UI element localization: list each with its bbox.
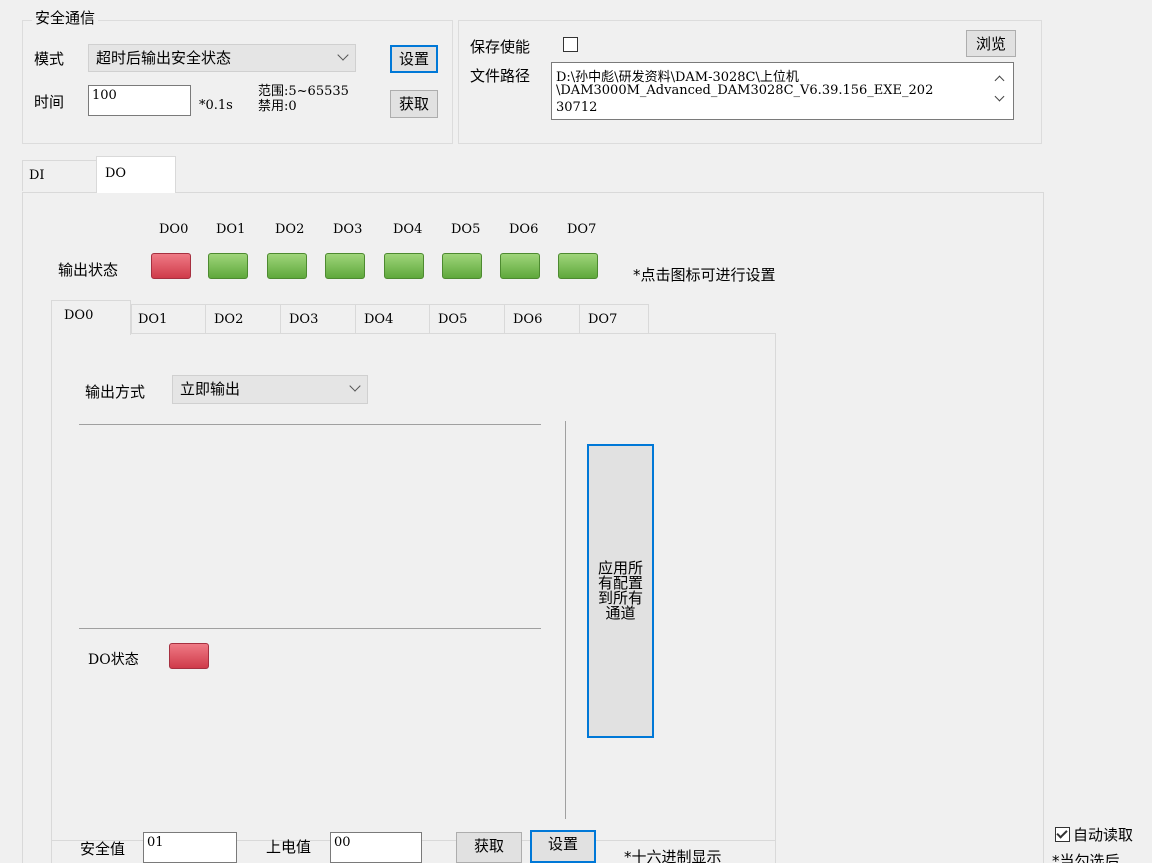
auto-read-checkbox[interactable] [1055,827,1070,842]
save-enable-checkbox[interactable] [563,37,578,52]
output-mode-value: 立即输出 [180,380,241,398]
safe-value-label: 安全值 [80,840,126,858]
power-value: 00 [334,835,351,850]
do4-header: DO4 [393,222,423,237]
apply-all-button[interactable]: 应用所有配置到所有通道 [587,444,654,738]
mode-select-value: 超时后输出安全状态 [96,49,232,67]
do4-led[interactable] [384,253,424,279]
safe-comm-title: 安全通信 [32,7,99,28]
divider-bottom [79,628,541,629]
safe-value: 01 [147,835,164,850]
do1-header: DO1 [216,222,246,237]
chevron-down-icon [349,380,361,392]
do6-led[interactable] [500,253,540,279]
do-state-label: DO状态 [88,652,139,668]
bottom-set-button[interactable]: 设置 [530,830,596,863]
scroll-down-icon[interactable] [994,91,1005,102]
do0-led[interactable] [151,253,191,279]
do3-header: DO3 [333,222,363,237]
channel-tab-do3[interactable]: DO3 [280,304,356,334]
auto-read-partial-text: *当勾选后 [1052,852,1120,863]
time-input[interactable]: 100 [88,85,191,116]
do6-header: DO6 [509,222,539,237]
do1-led[interactable] [208,253,248,279]
channel-tab-do6[interactable]: DO6 [504,304,580,334]
apply-all-label: 应用所有配置到所有通道 [597,559,643,622]
file-path-label: 文件路径 [470,67,531,85]
browse-button[interactable]: 浏览 [966,30,1016,57]
safe-comm-group [22,20,453,144]
do0-header: DO0 [159,222,189,237]
power-value-input[interactable]: 00 [330,832,422,863]
output-mode-select[interactable]: 立即输出 [172,375,368,404]
divider-vertical [565,421,566,819]
tab-do[interactable]: DO [96,156,176,193]
safe-comm-get-button[interactable]: 获取 [390,90,438,118]
power-value-label: 上电值 [266,838,312,856]
output-state-hint: *点击图标可进行设置 [633,266,776,284]
time-unit: *0.1s [199,98,233,113]
file-path-line2: \DAM3000M_Advanced_DAM3028C_V6.39.156_EX… [556,83,934,98]
check-icon [1056,827,1068,839]
do5-header: DO5 [451,222,481,237]
output-state-label: 输出状态 [58,261,119,279]
file-path-line3: 30712 [556,100,598,115]
do7-led[interactable] [558,253,598,279]
channel-tab-do0[interactable]: DO0 [51,300,131,335]
channel-tab-do7[interactable]: DO7 [579,304,649,334]
output-mode-label: 输出方式 [85,383,146,401]
channel-tab-do2[interactable]: DO2 [205,304,281,334]
do3-led[interactable] [325,253,365,279]
tab-di[interactable]: DI [22,160,97,191]
do5-led[interactable] [442,253,482,279]
safe-comm-set-button[interactable]: 设置 [390,45,438,73]
mode-select[interactable]: 超时后输出安全状态 [88,44,356,72]
save-enable-label: 保存使能 [470,38,531,56]
scroll-up-icon[interactable] [994,75,1005,86]
time-label: 时间 [34,93,65,111]
do7-header: DO7 [567,222,597,237]
hex-hint: *十六进制显示 [624,848,722,863]
file-path-field[interactable]: D:\孙中彪\研发资料\DAM-3028C\上位机 \DAM3000M_Adva… [551,62,1014,120]
channel-panel [51,333,776,841]
safe-value-input[interactable]: 01 [143,832,237,863]
channel-tab-do5[interactable]: DO5 [429,304,505,334]
auto-read-label: 自动读取 [1073,826,1134,844]
channel-tab-do4[interactable]: DO4 [355,304,430,334]
chevron-down-icon [337,49,349,61]
divider-top [79,424,541,425]
disable-text: 禁用:0 [258,99,297,114]
time-input-value: 100 [92,88,117,103]
do-state-led [169,643,209,669]
do2-led[interactable] [267,253,307,279]
bottom-get-button[interactable]: 获取 [456,832,522,863]
do2-header: DO2 [275,222,305,237]
mode-label: 模式 [34,50,65,68]
channel-tab-do1[interactable]: DO1 [131,304,206,334]
